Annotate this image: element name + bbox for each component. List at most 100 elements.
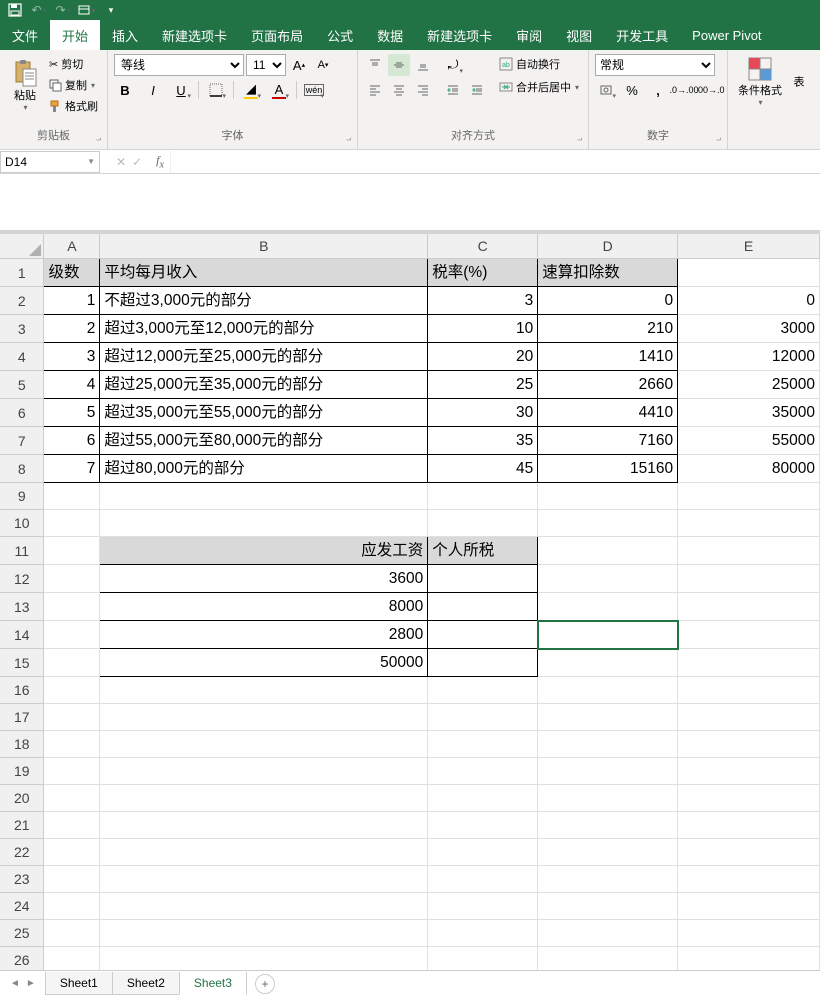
cell[interactable] (428, 812, 538, 839)
tab-developer[interactable]: 开发工具 (604, 20, 680, 50)
cell[interactable] (678, 920, 820, 947)
cell[interactable]: 10 (428, 315, 538, 343)
row-header[interactable]: 23 (0, 866, 44, 893)
cell[interactable] (538, 677, 678, 704)
cell[interactable] (678, 621, 820, 649)
cell[interactable] (538, 649, 678, 677)
row-header[interactable]: 13 (0, 593, 44, 621)
cell[interactable]: 超过3,000元至12,000元的部分 (100, 315, 428, 343)
cell[interactable] (428, 920, 538, 947)
wrap-text-button[interactable]: ab自动换行 (496, 54, 582, 74)
conditional-format-button[interactable]: 条件格式 ▾ (734, 54, 786, 109)
phonetic-button[interactable]: wén (303, 79, 325, 101)
cell[interactable] (538, 920, 678, 947)
tab-view[interactable]: 视图 (554, 20, 604, 50)
underline-button[interactable]: U (170, 79, 192, 101)
cell[interactable] (538, 704, 678, 731)
row-header[interactable]: 22 (0, 839, 44, 866)
cell[interactable] (428, 677, 538, 704)
cell[interactable] (44, 565, 100, 593)
cell[interactable]: 税率(%) (428, 259, 538, 287)
name-box[interactable]: D14▼ (0, 151, 100, 173)
cell[interactable] (678, 483, 820, 510)
accounting-format-button[interactable] (595, 79, 617, 101)
cell[interactable] (44, 649, 100, 677)
qat-button[interactable]: ▾ (76, 1, 98, 19)
row-header[interactable]: 16 (0, 677, 44, 704)
cell[interactable] (100, 920, 428, 947)
decrease-indent-icon[interactable] (442, 79, 464, 101)
align-middle-icon[interactable] (388, 54, 410, 76)
cell[interactable]: 个人所税 (428, 537, 538, 565)
italic-button[interactable]: I (142, 79, 164, 101)
cell[interactable]: 55000 (678, 427, 820, 455)
cell[interactable] (538, 510, 678, 537)
cell[interactable] (44, 785, 100, 812)
cell[interactable] (100, 510, 428, 537)
cell[interactable]: 1410 (538, 343, 678, 371)
cell[interactable] (678, 731, 820, 758)
cell[interactable] (428, 704, 538, 731)
align-center-icon[interactable] (388, 79, 410, 101)
align-bottom-icon[interactable] (412, 54, 434, 76)
cell[interactable]: 级数 (44, 259, 100, 287)
cell[interactable]: 超过12,000元至25,000元的部分 (100, 343, 428, 371)
cell[interactable]: 4 (44, 371, 100, 399)
cell[interactable] (428, 649, 538, 677)
align-left-icon[interactable] (364, 79, 386, 101)
increase-indent-icon[interactable] (466, 79, 488, 101)
cell[interactable]: 15160 (538, 455, 678, 483)
cell[interactable] (538, 565, 678, 593)
sheet-nav-next-icon[interactable]: ► (26, 978, 36, 989)
cell[interactable] (428, 565, 538, 593)
cell[interactable]: 不超过3,000元的部分 (100, 287, 428, 315)
cell[interactable] (44, 812, 100, 839)
cell[interactable] (678, 866, 820, 893)
cell[interactable] (44, 893, 100, 920)
tab-layout[interactable]: 页面布局 (239, 20, 315, 50)
cell[interactable] (678, 839, 820, 866)
cell[interactable]: 0 (538, 287, 678, 315)
cell[interactable]: 平均每月收入 (100, 259, 428, 287)
cell[interactable]: 3 (44, 343, 100, 371)
new-sheet-button[interactable]: + (255, 974, 275, 994)
row-header[interactable]: 11 (0, 537, 44, 565)
col-header-C[interactable]: C (428, 234, 538, 259)
cell[interactable]: 3600 (100, 565, 428, 593)
cell[interactable] (428, 621, 538, 649)
cell[interactable] (678, 812, 820, 839)
row-header[interactable]: 18 (0, 731, 44, 758)
fx-icon[interactable]: fx (150, 153, 170, 170)
increase-font-icon[interactable]: A▴ (288, 54, 310, 76)
cell[interactable] (428, 483, 538, 510)
cell[interactable]: 超过35,000元至55,000元的部分 (100, 399, 428, 427)
format-painter-button[interactable]: 格式刷 (46, 96, 101, 116)
border-button[interactable] (205, 79, 227, 101)
cell[interactable] (538, 758, 678, 785)
cell[interactable]: 超过55,000元至80,000元的部分 (100, 427, 428, 455)
sheet-tab[interactable]: Sheet2 (112, 972, 180, 995)
cell[interactable] (428, 785, 538, 812)
cell[interactable]: 6 (44, 427, 100, 455)
col-header-D[interactable]: D (538, 234, 678, 259)
cell[interactable]: 1 (44, 287, 100, 315)
row-header[interactable]: 17 (0, 704, 44, 731)
cell[interactable]: 80000 (678, 455, 820, 483)
decrease-decimal-button[interactable]: .00→.0 (699, 79, 721, 101)
cell[interactable] (538, 785, 678, 812)
row-header[interactable]: 25 (0, 920, 44, 947)
cell[interactable] (538, 893, 678, 920)
number-format-select[interactable]: 常规 (595, 54, 715, 76)
cell[interactable] (100, 785, 428, 812)
row-header[interactable]: 9 (0, 483, 44, 510)
decrease-font-icon[interactable]: A▾ (312, 54, 334, 76)
row-header[interactable]: 2 (0, 287, 44, 315)
cell[interactable]: 35 (428, 427, 538, 455)
row-header[interactable]: 1 (0, 259, 44, 287)
cell[interactable] (538, 593, 678, 621)
orientation-button[interactable]: ⤾ (442, 54, 464, 76)
cell[interactable] (100, 483, 428, 510)
cut-button[interactable]: ✂剪切 (46, 54, 101, 74)
row-header[interactable]: 19 (0, 758, 44, 785)
formula-input[interactable] (170, 151, 820, 173)
